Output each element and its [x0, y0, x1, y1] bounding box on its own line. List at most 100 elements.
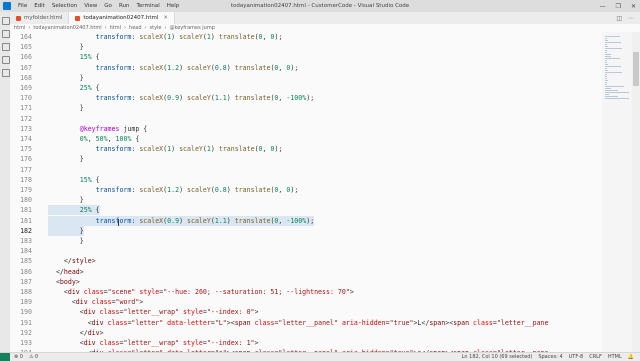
code-text: }: [48, 155, 84, 164]
tab-bar: myfolder.html todayanimation02407.html ✕…: [10, 12, 640, 24]
minimap-line: [605, 68, 608, 69]
tab-myfolder[interactable]: myfolder.html: [10, 12, 70, 24]
scrollbar-thumb[interactable]: [633, 52, 639, 86]
code-text: <div class="scene" style="--hue: 260; --…: [48, 288, 354, 296]
code-text: 15% {: [79, 53, 100, 62]
breadcrumb-item[interactable]: html: [110, 25, 121, 31]
search-icon[interactable]: [2, 30, 10, 38]
code-line[interactable]: 188 <div class="scene" style="--hue: 260…: [10, 287, 602, 297]
code-line[interactable]: 180 }: [10, 195, 602, 205]
errors-count[interactable]: ⊗ 0: [14, 354, 23, 360]
line-number: 179: [20, 186, 32, 194]
menu-edit[interactable]: Edit: [34, 3, 45, 9]
code-line[interactable]: 167 transform: scaleX(1.2) scaleY(0.8) t…: [10, 63, 602, 73]
code-line[interactable]: 189 <div class="word">: [10, 297, 602, 307]
code-text: <div class="letter__wrap" style="--index…: [48, 339, 259, 347]
code-line[interactable]: 173 @keyframes jump {: [10, 124, 602, 134]
line-number: 181: [20, 206, 32, 215]
menu-file[interactable]: File: [18, 3, 27, 9]
code-line[interactable]: 170 transform: scaleX(0.9) scaleY(1.1) t…: [10, 93, 602, 103]
code-line[interactable]: 174 0%, 50%, 100% {: [10, 134, 602, 144]
code-line[interactable]: 183 }: [10, 236, 602, 246]
code-line[interactable]: 172: [10, 114, 602, 124]
line-number: 184: [20, 247, 32, 256]
line-number: 190: [20, 308, 32, 317]
notifications-icon[interactable]: 🔔: [628, 354, 634, 360]
code-line[interactable]: 176 }: [10, 154, 602, 164]
explorer-icon[interactable]: [2, 17, 10, 25]
menu-help[interactable]: Help: [167, 3, 180, 9]
code-text: }: [48, 196, 84, 205]
minimap-line: [605, 72, 622, 73]
code-editor[interactable]: 164 transform: scaleX(1) scaleY(1) trans…: [10, 32, 602, 357]
code-line[interactable]: 182 }: [10, 225, 602, 236]
line-ending[interactable]: CRLF: [589, 354, 602, 360]
split-editor-icon[interactable]: ◫: [616, 15, 622, 22]
minimap-line: [605, 94, 609, 95]
minimap-line: [605, 70, 609, 71]
minimap[interactable]: [602, 32, 632, 352]
code-line[interactable]: 181 transform: scaleX(0.9) scaleY(1.1) t…: [10, 215, 602, 226]
code-line[interactable]: 179 transform: scaleX(1.2) scaleY(0.8) t…: [10, 185, 602, 195]
extensions-icon[interactable]: [2, 69, 10, 77]
text-cursor: [118, 219, 119, 226]
code-line[interactable]: 190 <div class="letter__wrap" style="--i…: [10, 307, 602, 317]
menu-terminal[interactable]: Terminal: [136, 3, 159, 9]
maximize-icon[interactable]: ❐: [616, 3, 621, 10]
code-line[interactable]: 181 25% {: [10, 205, 602, 216]
minimap-line: [605, 42, 621, 43]
code-text: <div class="letter__wrap" style="--index…: [48, 308, 259, 317]
code-text: }: [48, 73, 84, 82]
minimap-line: [605, 66, 621, 67]
code-line[interactable]: 171 }: [10, 103, 602, 113]
line-number: 166: [20, 53, 32, 62]
code-text: </head>: [48, 267, 84, 276]
minimap-line: [605, 38, 608, 39]
code-text: }: [48, 225, 84, 236]
menu-bar: File Edit Selection View Go Run Terminal…: [18, 3, 179, 9]
more-actions-icon[interactable]: ⋯: [628, 15, 634, 22]
indentation[interactable]: Spaces: 4: [538, 354, 562, 360]
encoding[interactable]: UTF-8: [569, 354, 584, 360]
code-line[interactable]: 165 }: [10, 42, 602, 52]
run-debug-icon[interactable]: [2, 56, 10, 64]
breadcrumb-item[interactable]: @keyframes jump: [170, 25, 215, 31]
tab-close-icon[interactable]: ✕: [163, 15, 168, 21]
language-mode[interactable]: HTML: [608, 354, 622, 360]
code-line[interactable]: 187 <body>: [10, 277, 602, 287]
minimize-icon[interactable]: —: [600, 3, 606, 10]
code-line[interactable]: 178 15% {: [10, 175, 602, 185]
code-line[interactable]: 169 25% {: [10, 83, 602, 93]
code-line[interactable]: 192 </div>: [10, 328, 602, 338]
menu-go[interactable]: Go: [104, 3, 112, 9]
code-line[interactable]: 177: [10, 165, 602, 175]
code-line[interactable]: 185 </style>: [10, 256, 602, 266]
menu-view[interactable]: View: [84, 3, 97, 9]
code-text: transform: scaleX(1) scaleY(1) translate…: [95, 145, 283, 154]
menu-selection[interactable]: Selection: [52, 3, 77, 9]
code-line[interactable]: 175 transform: scaleX(1) scaleY(1) trans…: [10, 144, 602, 154]
menu-run[interactable]: Run: [119, 3, 130, 9]
cursor-position[interactable]: Ln 182, Col 10 (69 selected): [462, 354, 533, 360]
tab-label: todayanimation02407.html: [83, 15, 159, 21]
warnings-count[interactable]: ⚠ 0: [29, 354, 38, 360]
tab-todayanimation[interactable]: todayanimation02407.html ✕: [69, 12, 176, 24]
code-line[interactable]: 184: [10, 246, 602, 256]
code-line[interactable]: 166 15% {: [10, 52, 602, 62]
code-line[interactable]: 164 transform: scaleX(1) scaleY(1) trans…: [10, 32, 602, 42]
code-line[interactable]: 191 <div class="letter" data-letter="L">…: [10, 318, 602, 328]
minimap-line: [605, 84, 607, 85]
breadcrumb-item[interactable]: html: [14, 25, 25, 31]
close-icon[interactable]: ✕: [631, 3, 636, 10]
breadcrumb-item[interactable]: head: [129, 25, 141, 31]
html-file-icon: [75, 15, 81, 21]
code-line[interactable]: 193 <div class="letter__wrap" style="--i…: [10, 338, 602, 348]
breadcrumb-item[interactable]: style: [150, 25, 162, 31]
vertical-scrollbar[interactable]: [632, 32, 640, 352]
line-number: 175: [20, 145, 32, 154]
source-control-icon[interactable]: [2, 43, 10, 51]
code-line[interactable]: 168 }: [10, 73, 602, 83]
minimap-line: [605, 96, 619, 97]
code-line[interactable]: 186 </head>: [10, 267, 602, 277]
breadcrumb-item[interactable]: todayanimation02407.html: [33, 25, 101, 31]
